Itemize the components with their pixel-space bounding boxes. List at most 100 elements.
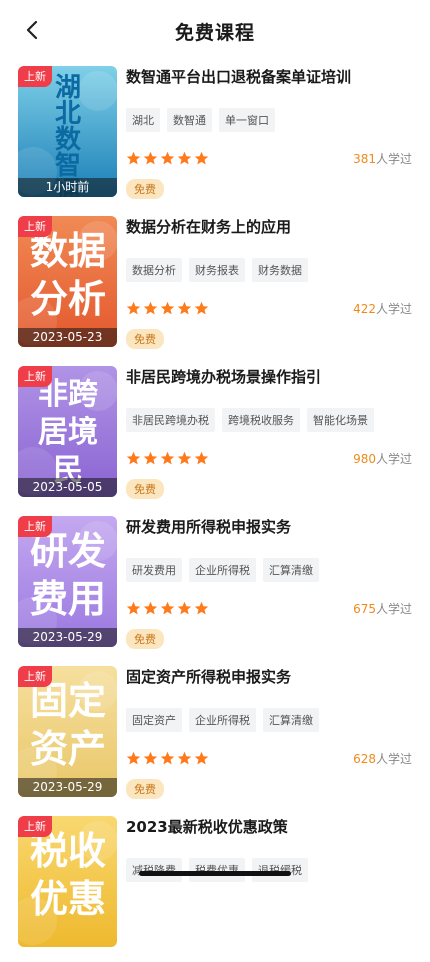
star-icon	[194, 601, 209, 615]
star-icon	[126, 451, 141, 465]
learner-number: 422	[353, 302, 376, 316]
star-icon	[126, 301, 141, 315]
course-tag[interactable]: 湖北	[126, 108, 160, 132]
course-tag[interactable]: 数据分析	[126, 258, 182, 282]
star-icon	[177, 301, 192, 315]
learner-count: 381人学过	[353, 150, 412, 167]
course-tags: 减税降费税费优惠退税缓税	[126, 858, 308, 882]
star-icon	[177, 151, 192, 165]
course-tag[interactable]: 财务数据	[252, 258, 308, 282]
star-icon	[126, 601, 141, 615]
course-tag[interactable]: 企业所得税	[189, 558, 256, 582]
learner-suffix: 人学过	[375, 602, 412, 616]
svg-text:优惠: 优惠	[30, 877, 106, 921]
course-tag[interactable]: 汇算清缴	[263, 708, 319, 732]
star-icon	[143, 451, 158, 465]
learner-suffix: 人学过	[375, 452, 412, 466]
new-badge: 上新	[18, 216, 52, 237]
course-tag[interactable]: 汇算清缴	[263, 558, 319, 582]
rating-stars	[126, 601, 209, 616]
page-title: 免费课程	[174, 22, 255, 44]
course-tag[interactable]: 数智通	[167, 108, 212, 132]
free-badge: 免费	[126, 629, 164, 649]
course-item[interactable]: 固定 资产 上新 2023-05-29 固定资产所得税申报实务 固定资产 企业所得税 汇算清…	[0, 662, 430, 812]
learner-number: 980	[353, 452, 376, 466]
star-icon	[160, 601, 175, 615]
star-icon	[160, 751, 175, 765]
course-tags: 研发费用 企业所得税 汇算清缴	[126, 558, 319, 582]
star-icon	[194, 151, 209, 165]
course-tag[interactable]: 减税降费	[126, 858, 182, 882]
course-tags: 非居民跨境办税 跨境税收服务 智能化场景	[126, 408, 374, 432]
star-icon	[143, 751, 158, 765]
course-item[interactable]: 研发 费用 上新 2023-05-29 研发费用所得税申报实务 研发费用 企业所得税 汇算清…	[0, 512, 430, 662]
thumbnail-caption: 1小时前	[18, 178, 117, 197]
course-title[interactable]: 数据分析在财务上的应用	[126, 216, 416, 237]
star-icon	[194, 301, 209, 315]
new-badge: 上新	[18, 366, 52, 387]
rating-stars	[126, 301, 209, 316]
learner-suffix: 人学过	[375, 752, 412, 766]
course-tag[interactable]: 退税缓税	[252, 858, 308, 882]
thumbnail-caption: 2023-05-05	[18, 478, 117, 497]
course-tag[interactable]: 智能化场景	[307, 408, 374, 432]
course-thumbnail[interactable]: 湖北数智通 上新1小时前	[18, 66, 117, 197]
course-tag[interactable]: 财务报表	[189, 258, 245, 282]
learner-suffix: 人学过	[375, 302, 412, 316]
free-badge: 免费	[126, 179, 164, 199]
learner-count: 422人学过	[353, 300, 412, 317]
rating-stars	[126, 451, 209, 466]
course-tag[interactable]: 企业所得税	[189, 708, 256, 732]
course-tags: 数据分析 财务报表 财务数据	[126, 258, 308, 282]
course-tags: 固定资产 企业所得税 汇算清缴	[126, 708, 319, 732]
star-icon	[194, 451, 209, 465]
star-icon	[126, 151, 141, 165]
course-tag[interactable]: 非居民跨境办税	[126, 408, 215, 432]
course-thumbnail[interactable]: 固定 资产 上新 2023-05-29	[18, 666, 117, 797]
course-item[interactable]: 税收优惠 上新 2023最新税收优惠政策减税降费税费优惠退税缓税	[0, 812, 430, 962]
star-icon	[160, 151, 175, 165]
course-title[interactable]: 数智通平台出口退税备案单证培训	[126, 66, 416, 87]
star-icon	[194, 751, 209, 765]
course-tags: 湖北 数智通 单一窗口	[126, 108, 275, 132]
star-icon	[126, 751, 141, 765]
new-badge: 上新	[18, 816, 52, 837]
home-indicator[interactable]	[139, 871, 291, 876]
thumbnail-caption: 2023-05-29	[18, 628, 117, 647]
learner-number: 628	[353, 752, 376, 766]
course-tag[interactable]: 跨境税收服务	[222, 408, 300, 432]
star-icon	[177, 601, 192, 615]
learner-number: 675	[353, 602, 376, 616]
star-icon	[143, 301, 158, 315]
course-thumbnail[interactable]: 税收 优惠 上新	[18, 816, 117, 947]
new-badge: 上新	[18, 666, 52, 687]
course-thumbnail[interactable]: 数据 分析 上新 2023-05-23	[18, 216, 117, 347]
course-tag[interactable]: 固定资产	[126, 708, 182, 732]
course-tag[interactable]: 税费优惠	[189, 858, 245, 882]
learner-count: 980人学过	[353, 450, 412, 467]
thumbnail-caption: 2023-05-23	[18, 328, 117, 347]
svg-text:居境: 居境	[38, 415, 98, 450]
svg-text:资产: 资产	[30, 727, 106, 771]
course-title[interactable]: 研发费用所得税申报实务	[126, 516, 416, 537]
course-thumbnail[interactable]: 研发 费用 上新 2023-05-29	[18, 516, 117, 647]
course-tag[interactable]: 单一窗口	[219, 108, 275, 132]
learner-suffix: 人学过	[375, 152, 412, 166]
course-thumbnail[interactable]: 非跨 居境民 上新 2023-05-05	[18, 366, 117, 497]
course-item[interactable]: 非跨 居境民 上新 2023-05-05 非居民跨境办税场景操作指引 非居民跨境办税 跨境…	[0, 362, 430, 512]
course-item[interactable]: 湖北数智通 上新 1小时前 数智通平台出口退税备案单证培训湖北数智通单一窗口 381人…	[0, 62, 430, 212]
svg-text:分析: 分析	[30, 277, 106, 321]
free-badge: 免费	[126, 479, 164, 499]
course-title[interactable]: 非居民跨境办税场景操作指引	[126, 366, 416, 387]
course-title[interactable]: 固定资产所得税申报实务	[126, 666, 416, 687]
thumbnail-caption: 2023-05-29	[18, 778, 117, 797]
learner-count: 628人学过	[353, 750, 412, 767]
course-item[interactable]: 数据 分析 上新 2023-05-23 数据分析在财务上的应用 数据分析 财务报表 财务数据…	[0, 212, 430, 362]
star-icon	[143, 151, 158, 165]
star-icon	[143, 601, 158, 615]
rating-stars	[126, 751, 209, 766]
new-badge: 上新	[18, 516, 52, 537]
course-tag[interactable]: 研发费用	[126, 558, 182, 582]
course-title[interactable]: 2023最新税收优惠政策	[126, 816, 416, 837]
course-list: 湖北数智通 上新1小时前数智通平台出口退税备案单证培训湖北数智通单一窗口381人…	[0, 62, 430, 962]
